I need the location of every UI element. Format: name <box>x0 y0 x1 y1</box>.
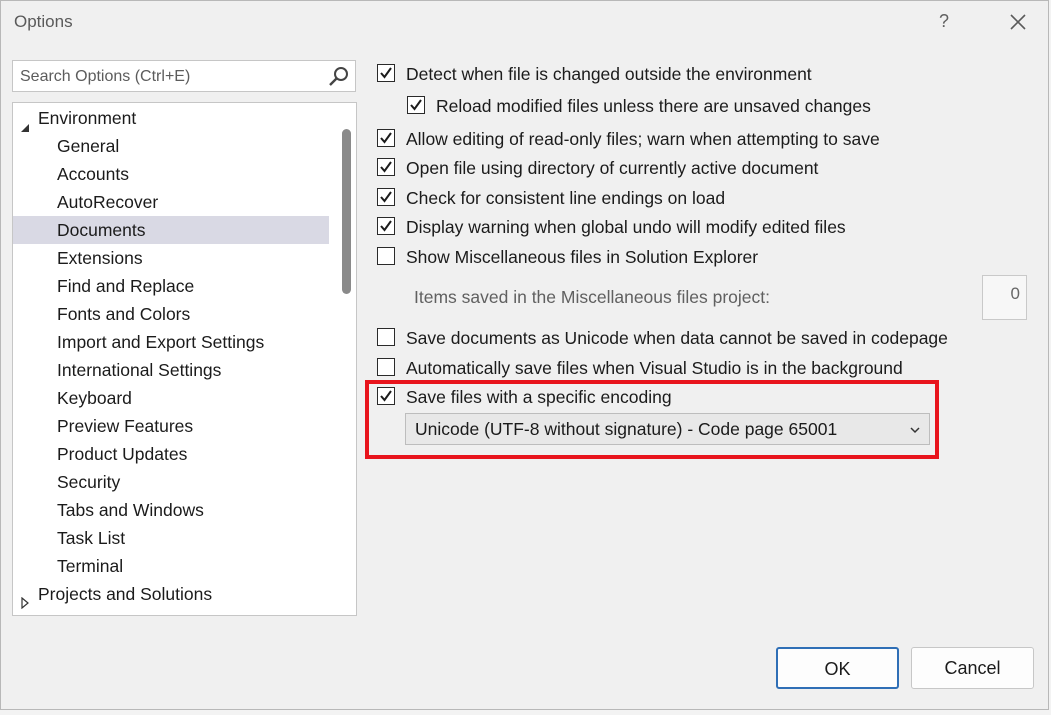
option-label: Save files with a specific encoding <box>406 387 672 407</box>
option-label: Open file using directory of currently a… <box>406 158 819 178</box>
tree-item-label: General <box>57 136 120 156</box>
tree-item-product-updates[interactable]: Product Updates <box>13 440 329 468</box>
search-placeholder: Search Options (Ctrl+E) <box>20 68 191 85</box>
tree-item-label: Accounts <box>57 164 129 184</box>
tree-item-label: Tabs and Windows <box>57 500 204 520</box>
options-dialog: Options ? Search Options (Ctrl+E) Enviro… <box>0 0 1049 710</box>
option-label: Show Miscellaneous files in Solution Exp… <box>406 247 759 267</box>
checkbox-checked[interactable] <box>377 217 395 235</box>
cancel-button[interactable]: Cancel <box>911 647 1034 689</box>
close-icon[interactable] <box>1004 8 1032 36</box>
option-label: Detect when file is changed outside the … <box>406 64 812 84</box>
scrollbar-thumb[interactable] <box>342 129 351 294</box>
tree-item-label: Fonts and Colors <box>57 304 191 324</box>
option-label: Automatically save files when Visual Stu… <box>406 358 903 378</box>
tree-item-security[interactable]: Security <box>13 468 329 496</box>
tree-item-label: International Settings <box>57 360 222 380</box>
tree-item-label: Import and Export Settings <box>57 332 265 352</box>
tree-item-label: Environment <box>38 108 137 128</box>
title-bar: Options ? <box>1 1 1048 45</box>
tree-item-find-and-replace[interactable]: Find and Replace <box>13 272 329 300</box>
tree-item-import-export[interactable]: Import and Export Settings <box>13 328 329 356</box>
tree-item-label: Find and Replace <box>57 276 195 296</box>
tree-item-general[interactable]: General <box>13 132 329 160</box>
ok-button[interactable]: OK <box>776 647 899 689</box>
checkbox-unchecked[interactable] <box>377 247 395 265</box>
checkbox-checked[interactable] <box>377 129 395 147</box>
window-title: Options <box>14 12 73 31</box>
tree-item-documents[interactable]: Documents <box>13 216 329 244</box>
checkbox-checked[interactable] <box>407 96 425 114</box>
tree-item-label: Keyboard <box>57 388 132 408</box>
tree-item-label: Terminal <box>57 556 124 576</box>
items-saved-label: Items saved in the Miscellaneous files p… <box>414 287 770 307</box>
tree-item-autorecover[interactable]: AutoRecover <box>13 188 329 216</box>
tree-item-environment[interactable]: Environment <box>13 104 329 132</box>
items-saved-input[interactable]: 0 <box>982 275 1027 320</box>
tree-item-international[interactable]: International Settings <box>13 356 329 384</box>
tree-item-label: Preview Features <box>57 416 194 436</box>
help-icon[interactable]: ? <box>939 11 949 32</box>
checkbox-checked[interactable] <box>377 158 395 176</box>
option-label: Check for consistent line endings on loa… <box>406 188 726 208</box>
expanded-triangle-icon[interactable] <box>20 113 30 132</box>
tree-item-label: Product Updates <box>57 444 188 464</box>
tree-item-label: AutoRecover <box>57 192 159 212</box>
tree-item-label: Security <box>57 472 121 492</box>
checkbox-unchecked[interactable] <box>377 328 395 346</box>
options-tree[interactable]: Environment General Accounts AutoRecover… <box>12 102 357 616</box>
checkbox-checked[interactable] <box>377 64 395 82</box>
search-icon[interactable] <box>327 65 351 89</box>
option-label: Reload modified files unless there are u… <box>436 96 871 116</box>
tree-item-preview-features[interactable]: Preview Features <box>13 412 329 440</box>
checkbox-checked[interactable] <box>377 387 395 405</box>
tree-item-label: Projects and Solutions <box>38 584 213 604</box>
tree-item-keyboard[interactable]: Keyboard <box>13 384 329 412</box>
tree-item-projects-and-solutions[interactable]: Projects and Solutions <box>13 580 329 610</box>
tree-item-label: Task List <box>57 528 126 548</box>
tree-item-terminal[interactable]: Terminal <box>13 552 329 580</box>
tree-scrollbar[interactable] <box>338 103 356 615</box>
option-label: Save documents as Unicode when data cann… <box>406 328 948 348</box>
encoding-selected-value: Unicode (UTF-8 without signature) - Code… <box>415 419 838 439</box>
collapsed-triangle-icon[interactable] <box>20 589 30 610</box>
tree-item-tabs-and-windows[interactable]: Tabs and Windows <box>13 496 329 524</box>
encoding-dropdown[interactable]: Unicode (UTF-8 without signature) - Code… <box>405 413 930 445</box>
option-label: Allow editing of read-only files; warn w… <box>406 129 880 149</box>
option-label: Display warning when global undo will mo… <box>406 217 846 237</box>
tree-item-label: Extensions <box>57 248 143 268</box>
tree-item-accounts[interactable]: Accounts <box>13 160 329 188</box>
tree-item-extensions[interactable]: Extensions <box>13 244 329 272</box>
checkbox-unchecked[interactable] <box>377 358 395 376</box>
tree-item-label: Documents <box>57 220 146 240</box>
checkbox-checked[interactable] <box>377 188 395 206</box>
tree-item-fonts-and-colors[interactable]: Fonts and Colors <box>13 300 329 328</box>
search-input[interactable]: Search Options (Ctrl+E) <box>12 60 356 92</box>
chevron-down-icon[interactable] <box>909 423 921 435</box>
tree-item-task-list[interactable]: Task List <box>13 524 329 552</box>
items-saved-value: 0 <box>1010 284 1020 303</box>
